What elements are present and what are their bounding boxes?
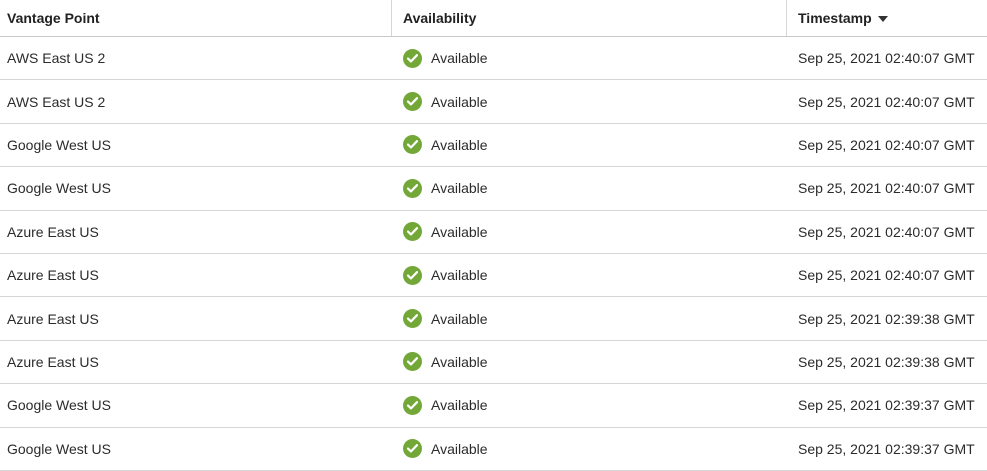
check-circle-icon xyxy=(403,92,422,112)
cell-timestamp: Sep 25, 2021 02:40:07 GMT xyxy=(798,223,975,240)
check-circle-icon xyxy=(403,48,422,68)
cell-timestamp: Sep 25, 2021 02:39:37 GMT xyxy=(798,397,975,414)
table-row: Azure East US Available Sep 25, 2021 02:40… xyxy=(0,254,987,298)
check-circle-icon xyxy=(403,352,422,372)
table-row: Google West US Available Sep 25, 2021 02:4… xyxy=(0,167,987,211)
check-circle-icon xyxy=(403,265,422,285)
cell-availability: Available xyxy=(392,384,787,426)
column-header-vantage-point[interactable]: Vantage Point xyxy=(0,0,392,36)
table-header-row: Vantage Point Availability Timestamp xyxy=(0,0,987,37)
cell-availability: Available xyxy=(392,167,787,209)
table-body: AWS East US 2 Available Sep 25, 2021 02:40… xyxy=(0,37,987,471)
cell-timestamp: Sep 25, 2021 02:40:07 GMT xyxy=(798,50,975,67)
availability-status: Available xyxy=(431,50,488,67)
cell-timestamp: Sep 25, 2021 02:40:07 GMT xyxy=(798,267,975,284)
cell-timestamp: Sep 25, 2021 02:40:07 GMT xyxy=(798,180,975,197)
availability-status: Available xyxy=(431,353,488,370)
availability-status: Available xyxy=(431,397,488,414)
cell-availability: Available xyxy=(392,341,787,383)
column-header-label: Availability xyxy=(403,10,477,26)
column-header-label: Vantage Point xyxy=(7,10,100,26)
cell-availability: Available xyxy=(392,211,787,253)
cell-timestamp: Sep 25, 2021 02:40:07 GMT xyxy=(798,93,975,110)
availability-status: Available xyxy=(431,267,488,284)
check-circle-icon xyxy=(403,135,422,155)
cell-timestamp: Sep 25, 2021 02:39:38 GMT xyxy=(798,353,975,370)
availability-status: Available xyxy=(431,93,488,110)
column-header-timestamp[interactable]: Timestamp xyxy=(787,0,987,36)
cell-availability: Available xyxy=(392,37,787,79)
cell-availability: Available xyxy=(392,428,787,470)
cell-timestamp: Sep 25, 2021 02:40:07 GMT xyxy=(798,136,975,153)
check-circle-icon xyxy=(403,439,422,459)
cell-availability: Available xyxy=(392,297,787,339)
cell-vantage-point: AWS East US 2 xyxy=(7,93,106,110)
cell-vantage-point: Azure East US xyxy=(7,267,99,284)
column-header-label: Timestamp xyxy=(798,10,872,26)
availability-status: Available xyxy=(431,136,488,153)
table-row: Google West US Available Sep 25, 2021 02:3… xyxy=(0,384,987,428)
availability-status: Available xyxy=(431,180,488,197)
caret-down-icon[interactable] xyxy=(877,15,888,22)
cell-vantage-point: AWS East US 2 xyxy=(7,50,106,67)
cell-timestamp: Sep 25, 2021 02:39:38 GMT xyxy=(798,310,975,327)
cell-vantage-point: Azure East US xyxy=(7,353,99,370)
cell-vantage-point: Azure East US xyxy=(7,310,99,327)
cell-vantage-point: Google West US xyxy=(7,397,112,414)
cell-vantage-point: Azure East US xyxy=(7,223,99,240)
availability-status: Available xyxy=(431,223,488,240)
table-row: Azure East US Available Sep 25, 2021 02:39… xyxy=(0,341,987,385)
cell-vantage-point: Google West US xyxy=(7,136,112,153)
table-row: Azure East US Available Sep 25, 2021 02:40… xyxy=(0,211,987,254)
cell-availability: Available xyxy=(392,80,787,122)
cell-vantage-point: Google West US xyxy=(7,180,112,197)
column-header-availability[interactable]: Availability xyxy=(392,0,787,36)
table-row: Google West US Available Sep 25, 2021 02:4… xyxy=(0,124,987,168)
availability-status: Available xyxy=(431,440,488,457)
cell-vantage-point: Google West US xyxy=(7,440,112,457)
check-circle-icon xyxy=(403,222,422,242)
table-row: Google West US Available Sep 25, 2021 02:3… xyxy=(0,428,987,471)
check-circle-icon xyxy=(403,309,422,329)
cell-availability: Available xyxy=(392,254,787,296)
availability-table: Vantage Point Availability Timestamp AWS… xyxy=(0,0,987,471)
availability-status: Available xyxy=(431,310,488,327)
table-row: AWS East US 2 Available Sep 25, 2021 02:40… xyxy=(0,80,987,124)
table-row: AWS East US 2 Available Sep 25, 2021 02:40… xyxy=(0,37,987,81)
cell-timestamp: Sep 25, 2021 02:39:37 GMT xyxy=(798,440,975,457)
check-circle-icon xyxy=(403,395,422,415)
check-circle-icon xyxy=(403,178,422,198)
cell-availability: Available xyxy=(392,124,787,166)
table-row: Azure East US Available Sep 25, 2021 02:39… xyxy=(0,297,987,341)
